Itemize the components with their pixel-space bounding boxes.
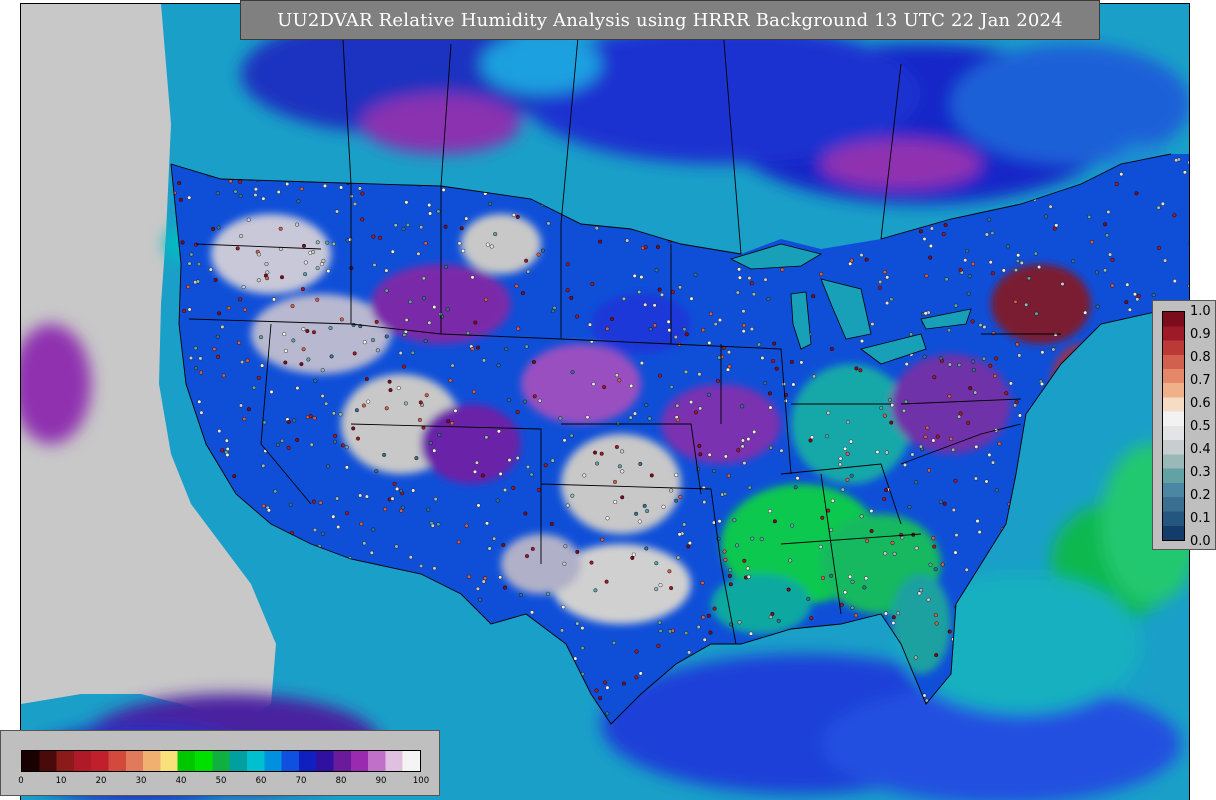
humidity-map bbox=[21, 4, 1189, 800]
map-frame bbox=[20, 3, 1190, 800]
humidity-tick-label: 60 bbox=[255, 776, 267, 786]
ratio-legend: 0.0 0.1 0.2 0.3 0.4 0.5 0.6 0.7 0.8 0.9 1.0 bbox=[1152, 300, 1216, 550]
ratio-tick-label: 0.5 bbox=[1190, 419, 1211, 434]
humidity-legend: 0 10 20 30 40 50 60 70 80 90 100 bbox=[0, 730, 440, 796]
map-title: UU2DVAR Relative Humidity Analysis using… bbox=[277, 9, 1063, 31]
ratio-tick-label: 0.2 bbox=[1190, 488, 1211, 503]
humidity-tick-label: 10 bbox=[55, 776, 67, 786]
ratio-tick-label: 0.7 bbox=[1190, 373, 1211, 388]
ratio-tick-label: 0.3 bbox=[1190, 465, 1211, 480]
ratio-tick-label: 0.0 bbox=[1190, 534, 1211, 549]
humidity-tick-label: 20 bbox=[95, 776, 107, 786]
ratio-colorbar bbox=[1162, 311, 1185, 541]
humidity-tick-label: 90 bbox=[375, 776, 387, 786]
ratio-tick-label: 0.1 bbox=[1190, 511, 1211, 526]
ratio-tick-label: 0.8 bbox=[1190, 350, 1211, 365]
ratio-tick-label: 0.9 bbox=[1190, 327, 1211, 342]
humidity-tick-label: 50 bbox=[215, 776, 227, 786]
ratio-tick-label: 0.4 bbox=[1190, 442, 1211, 457]
ratio-tick-label: 0.6 bbox=[1190, 396, 1211, 411]
ratio-tick-label: 1.0 bbox=[1190, 304, 1211, 319]
humidity-tick-label: 80 bbox=[335, 776, 347, 786]
humidity-tick-label: 0 bbox=[18, 776, 24, 786]
title-banner: UU2DVAR Relative Humidity Analysis using… bbox=[240, 0, 1100, 40]
humidity-tick-label: 70 bbox=[295, 776, 307, 786]
humidity-tick-label: 100 bbox=[412, 776, 430, 786]
humidity-tick-label: 40 bbox=[175, 776, 187, 786]
humidity-tick-label: 30 bbox=[135, 776, 147, 786]
humidity-colorbar bbox=[21, 750, 421, 772]
